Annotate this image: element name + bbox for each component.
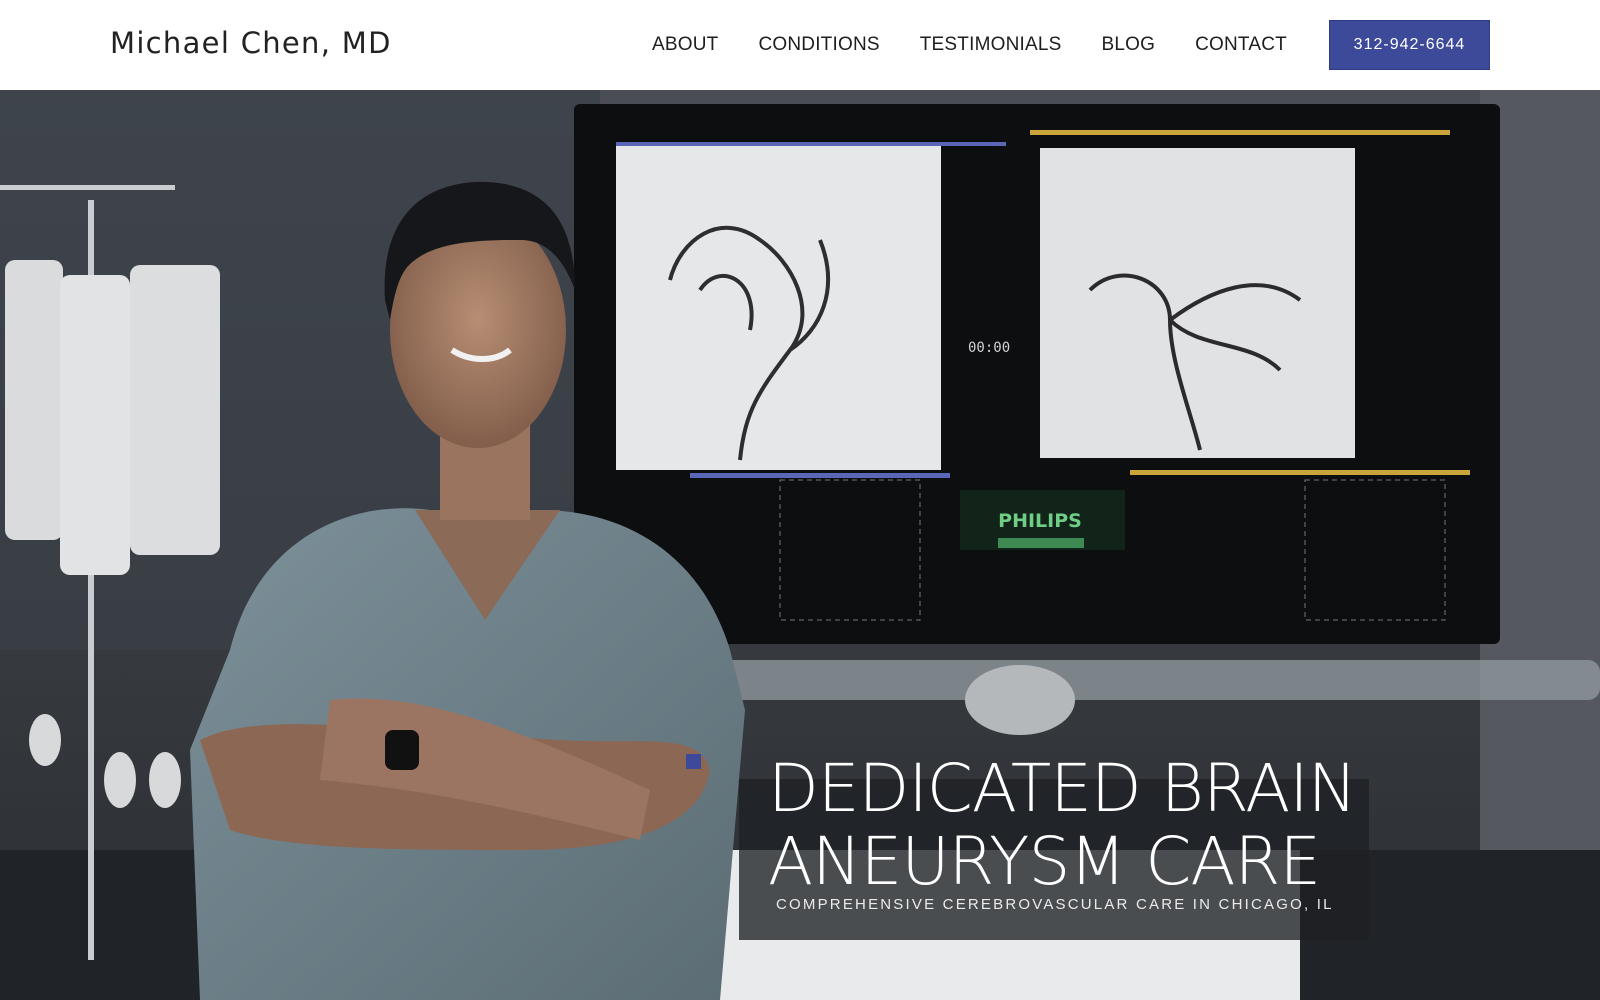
phone-button[interactable]: 312-942-6644	[1329, 20, 1490, 70]
angiography-monitor: PHILIPS 00:00	[574, 104, 1500, 644]
square-icon	[686, 754, 701, 769]
hero-title-line2: ANEURYSM CARE	[768, 823, 1321, 900]
hero-title-line1: DEDICATED BRAIN	[768, 750, 1357, 827]
hero-title: DEDICATED BRAIN ANEURYSM CARE	[768, 752, 1388, 898]
smartwatch	[385, 730, 419, 770]
nav-contact[interactable]: CONTACT	[1195, 34, 1287, 56]
site-header: Michael Chen, MD ABOUT CONDITIONS TESTIM…	[0, 0, 1600, 90]
equipment-knob	[965, 665, 1075, 735]
nav-testimonials[interactable]: TESTIMONIALS	[920, 34, 1062, 56]
nav-conditions[interactable]: CONDITIONS	[758, 34, 879, 56]
nav-blog[interactable]: BLOG	[1102, 34, 1156, 56]
nav-about[interactable]: ABOUT	[652, 34, 718, 56]
hero-subtitle: COMPREHENSIVE CEREBROVASCULAR CARE IN CH…	[776, 896, 1334, 913]
site-logo[interactable]: Michael Chen, MD	[110, 26, 392, 60]
equipment-arm	[700, 660, 1600, 700]
main-nav: ABOUT CONDITIONS TESTIMONIALS BLOG CONTA…	[652, 34, 1287, 56]
hero-section: PHILIPS 00:00 DEDICATED BRAIN ANEURYSM C…	[0, 90, 1600, 1000]
monitor-timer: 00:00	[968, 340, 1010, 356]
monitor-brand-label: PHILIPS	[998, 510, 1082, 532]
